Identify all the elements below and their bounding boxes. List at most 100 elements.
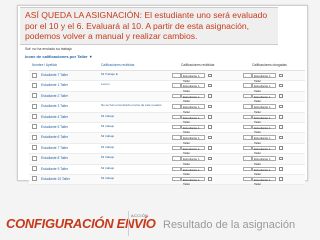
reviewer-select[interactable]: Estudiante 1 Taller [181,83,205,93]
avatar[interactable] [32,82,37,88]
reviewer-select[interactable]: Estudiante 1 Taller [181,176,205,186]
avatar[interactable] [32,103,37,109]
chevron-down-icon[interactable]: ▾ [90,54,92,59]
checkbox[interactable] [208,146,212,150]
grade-select[interactable]: - [172,124,181,130]
grade-select-given[interactable]: - [243,83,252,88]
checkbox[interactable] [279,135,283,140]
student-name[interactable]: Estudiante 2 Taller [41,94,68,98]
grade-select-given[interactable]: - [243,145,252,151]
checkbox[interactable] [208,156,212,161]
checkbox[interactable] [208,135,212,140]
reviewee-select[interactable]: Estudiante 1 Taller [252,166,276,176]
checkbox[interactable] [279,83,283,88]
submission-title[interactable]: Mi trabajo [101,155,114,159]
grade-select[interactable]: - [172,156,181,161]
student-name[interactable]: Estudiante 8 Taller [41,156,68,160]
checkbox[interactable] [208,167,212,171]
student-name[interactable]: Estudiante 7 Taller [41,146,68,150]
grade-select-given[interactable]: - [243,166,252,172]
grade-select-given[interactable]: - [243,176,252,182]
student-name[interactable]: Estudiante 6 Taller [41,135,68,139]
reviewer-select[interactable]: Estudiante 1 Taller [181,166,205,176]
grade-select[interactable]: - [172,166,181,172]
avatar[interactable] [32,134,37,140]
grade-select[interactable]: - [172,135,181,140]
grade-select[interactable]: - [172,93,181,99]
grade-select[interactable]: - [172,73,181,78]
checkbox[interactable] [279,94,283,98]
checkbox[interactable] [279,146,283,150]
reviewer-select[interactable]: Estudiante 1 Taller [181,135,205,145]
avatar[interactable] [32,93,37,99]
reviewer-select[interactable]: Estudiante 1 Taller [181,93,205,103]
submission-title[interactable]: Mi Trabajo E [101,72,118,76]
checkbox[interactable] [208,177,212,181]
checkbox[interactable] [279,115,283,119]
header-name[interactable]: Nombre / Apellido [32,63,57,67]
reviewee-select[interactable]: Estudiante 1 Taller [252,145,276,155]
checkbox[interactable] [208,83,212,88]
submission-title[interactable]: Mi trabajo [101,176,114,180]
submission-title[interactable]: No se han encontrado envios de este usua… [101,103,161,107]
avatar[interactable] [32,114,37,120]
reviewer-select[interactable]: Estudiante 1 Taller [181,73,205,83]
reviewee-select[interactable]: Estudiante 1 Taller [252,114,276,124]
reviewer-select[interactable]: Estudiante 1 Taller [181,124,205,134]
reviewee-select[interactable]: Estudiante 1 Taller [252,156,276,166]
grade-select[interactable]: - [172,114,181,120]
reviewee-select[interactable]: Estudiante 1 Taller [252,135,276,145]
grade-select[interactable]: - [172,145,181,151]
avatar[interactable] [32,145,37,151]
reviewee-select[interactable]: Estudiante 1 Taller [252,104,276,114]
student-name[interactable]: Estudiante 1 Taller [41,83,68,87]
reviewer-select[interactable]: Estudiante 1 Taller [181,156,205,166]
grade-select-given[interactable]: - [243,93,252,99]
reviewer-select[interactable]: Estudiante 1 Taller [181,104,205,114]
submission-title[interactable]: Mi trabajo [101,134,114,138]
grade-select[interactable]: - [172,176,181,182]
checkbox[interactable] [279,177,283,181]
avatar[interactable] [32,72,37,78]
grade-select-given[interactable]: - [243,124,252,130]
submission-title[interactable]: Mi trabajo [101,166,114,170]
student-name[interactable]: Estudiante 3 Taller [41,104,68,108]
grade-select-given[interactable]: - [243,104,252,109]
grade-select-given[interactable]: - [243,73,252,78]
submission-title[interactable]: Lorem [101,82,110,86]
avatar[interactable] [32,176,37,182]
checkbox[interactable] [279,156,283,161]
reviewee-select[interactable]: Estudiante 1 Taller [252,73,276,83]
reviewee-select[interactable]: Estudiante 1 Taller [252,93,276,103]
avatar[interactable] [32,124,37,130]
student-name[interactable]: Estudiante 9 Taller [41,167,68,171]
checkbox[interactable] [279,125,283,129]
checkbox[interactable] [208,115,212,119]
student-name[interactable]: Estudiante 4 Taller [41,115,68,119]
submission-title[interactable]: Mi trabajo [101,114,114,118]
student-name[interactable]: Estudiante 10 Taller [41,177,70,181]
grade-select-given[interactable]: - [243,114,252,120]
checkbox[interactable] [279,104,283,109]
reviewer-select[interactable]: Estudiante 1 Taller [181,145,205,155]
breadcrumb[interactable]: Icone de calificaciones por Taller ▾ [25,54,92,59]
grade-select-given[interactable]: - [243,156,252,161]
reviewer-select[interactable]: Estudiante 1 Taller [181,114,205,124]
student-name[interactable]: Estudiante 7 Taller [41,73,68,77]
checkbox[interactable] [208,94,212,98]
checkbox[interactable] [279,167,283,171]
grade-select[interactable]: - [172,83,181,88]
reviewee-select[interactable]: Estudiante 1 Taller [252,124,276,134]
avatar[interactable] [32,166,37,172]
checkbox[interactable] [208,125,212,129]
grade-select-given[interactable]: - [243,135,252,140]
avatar[interactable] [32,155,37,161]
checkbox[interactable] [208,73,212,77]
breadcrumb-label[interactable]: Icone de calificaciones por Taller [25,54,88,59]
submission-title[interactable]: Mi trabajo [101,145,114,149]
reviewee-select[interactable]: Estudiante 1 Taller [252,83,276,93]
student-name[interactable]: Estudiante 5 Taller [41,125,68,129]
reviewee-select[interactable]: Estudiante 1 Taller [252,176,276,186]
checkbox[interactable] [279,73,283,77]
submission-title[interactable]: Mi trabajo [101,124,114,128]
